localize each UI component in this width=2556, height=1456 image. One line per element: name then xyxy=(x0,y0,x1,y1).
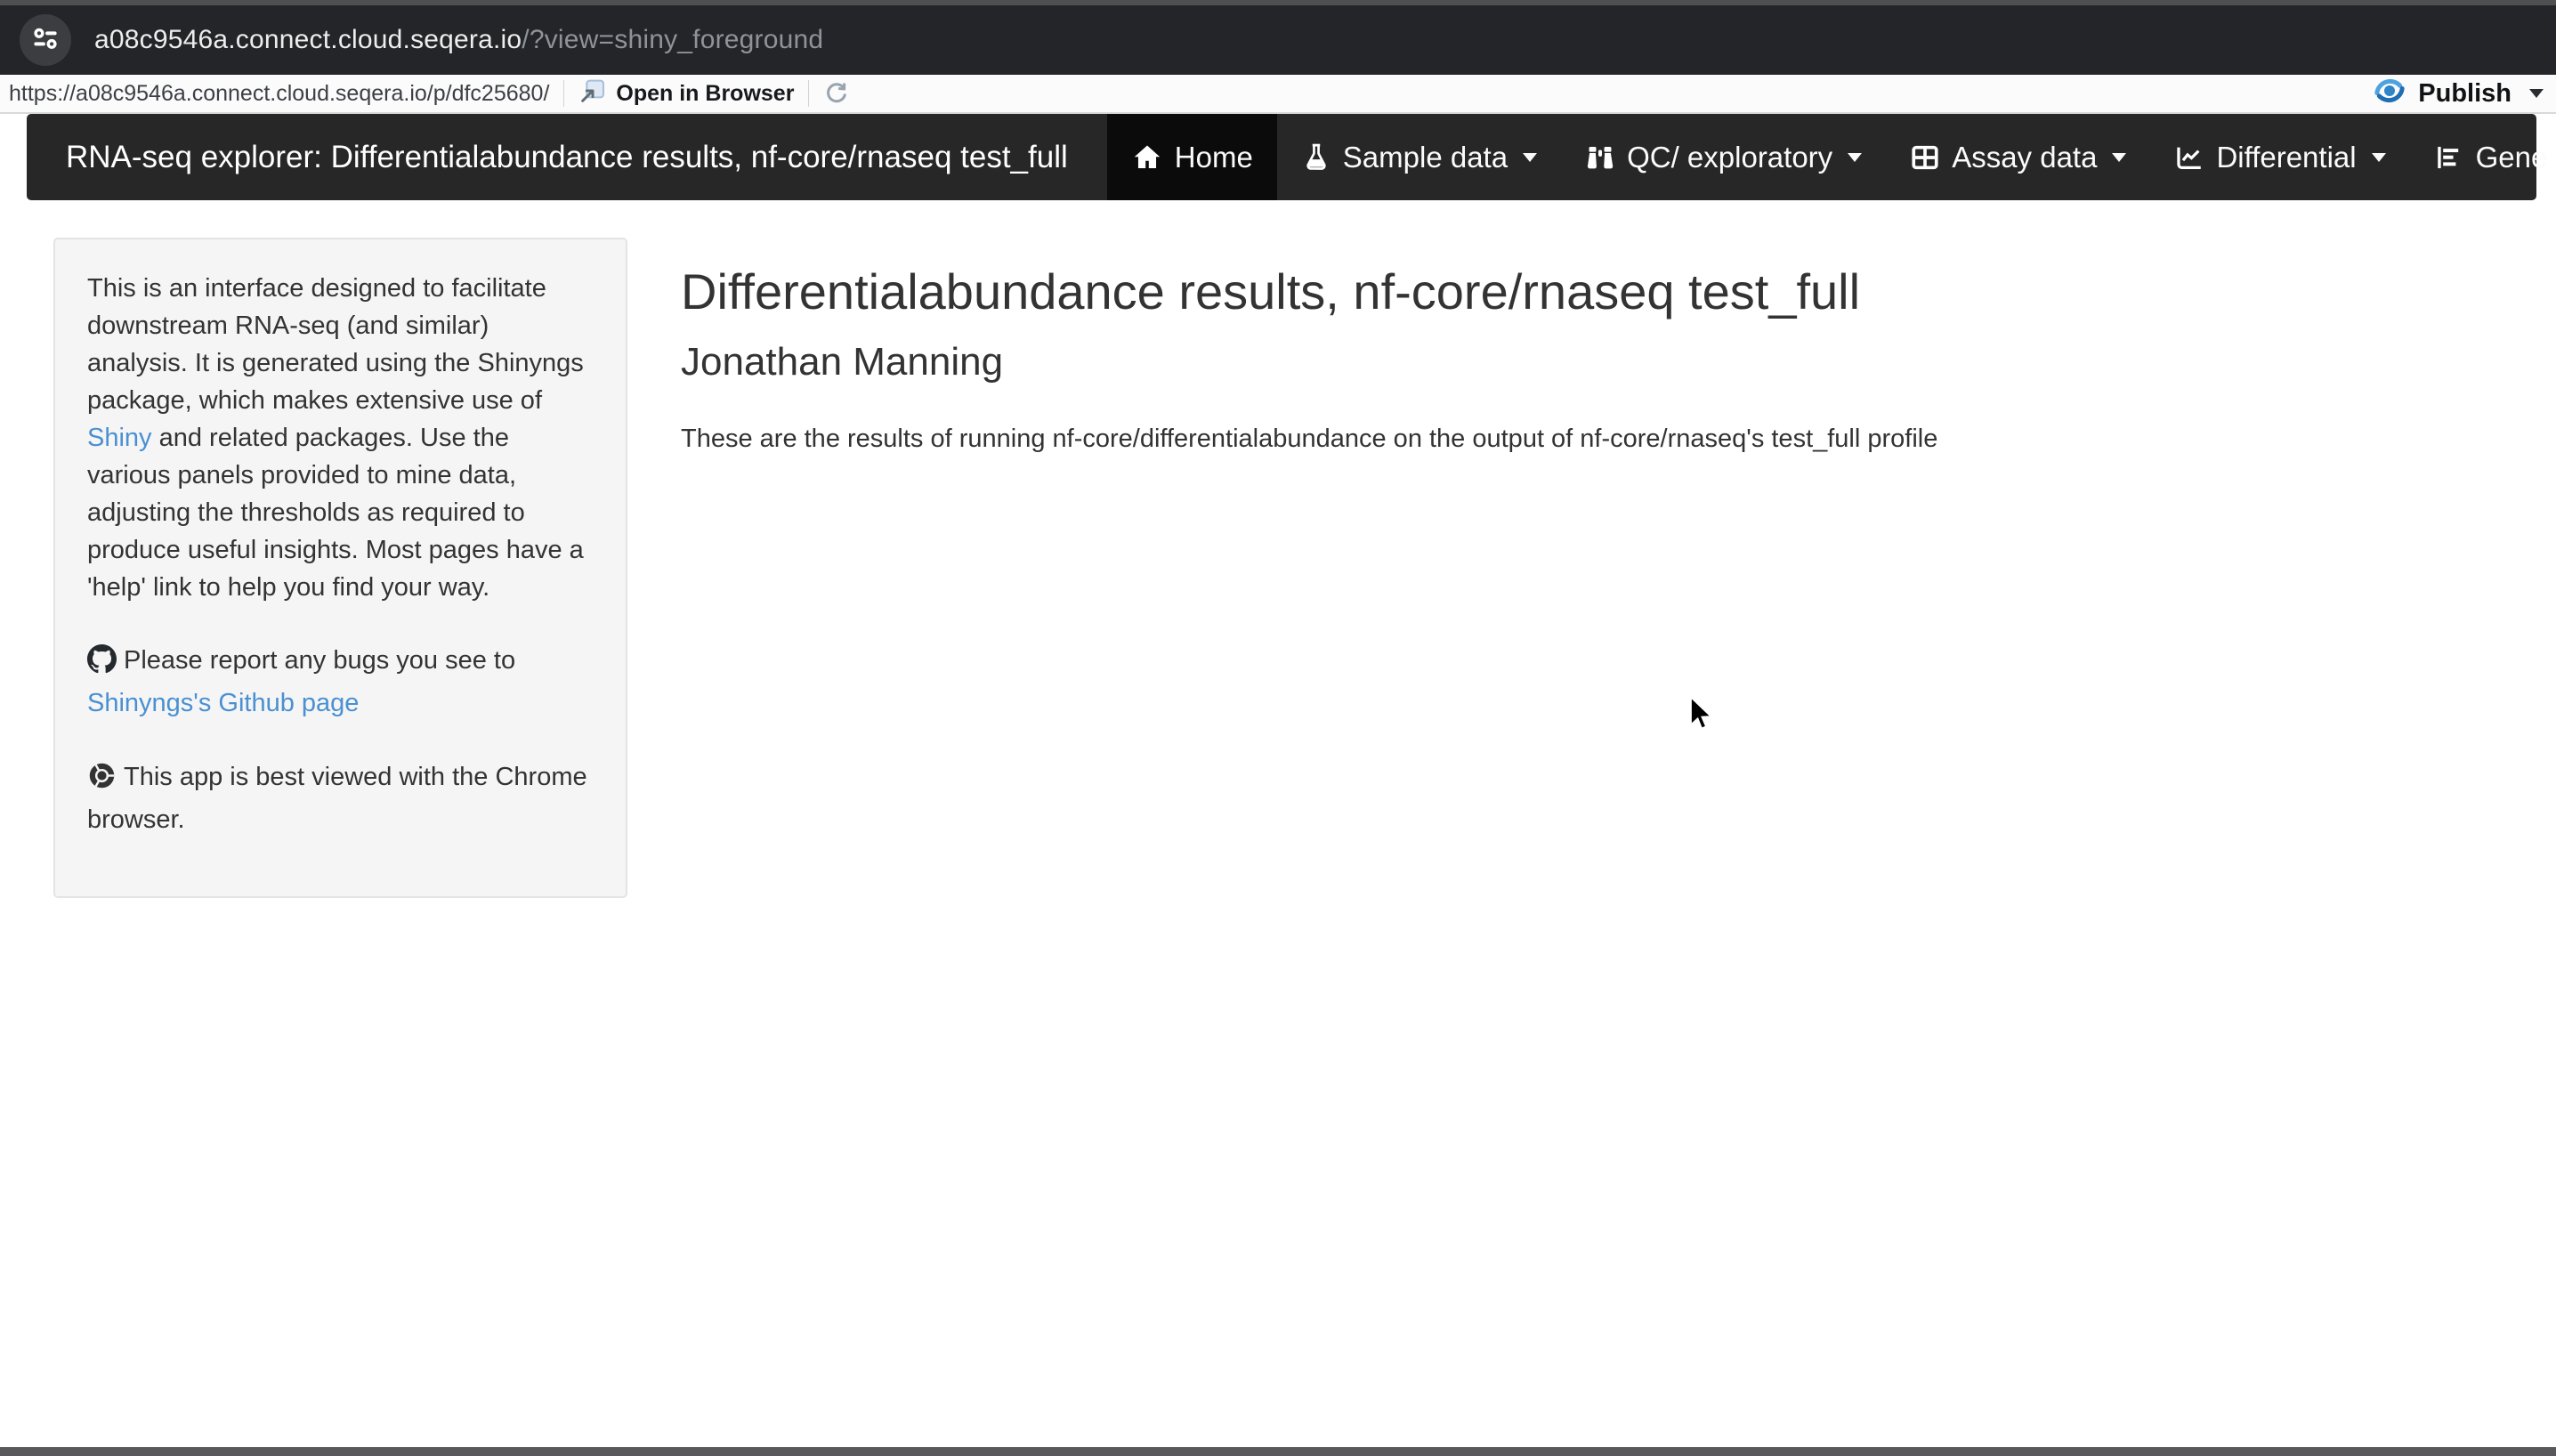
chart-bar-icon xyxy=(2434,142,2464,173)
navbar-menu: Home Sample data xyxy=(1107,114,2556,200)
nav-item-label: Home xyxy=(1175,141,1253,174)
open-in-browser-icon xyxy=(578,77,607,111)
intro-paragraph: This is an interface designed to facilit… xyxy=(87,270,594,606)
nav-item-label: Differential xyxy=(2216,141,2356,174)
address-host: a08c9546a.connect.cloud.seqera.io xyxy=(94,25,522,54)
bug-report-paragraph: Please report any bugs you see to Shinyn… xyxy=(87,642,594,722)
nav-item-differential[interactable]: Differential xyxy=(2150,114,2409,200)
chevron-down-icon xyxy=(2372,153,2386,162)
github-icon xyxy=(87,644,117,684)
address-bar[interactable]: a08c9546a.connect.cloud.seqera.io/?view=… xyxy=(94,25,823,55)
navbar-brand: RNA-seq explorer: Differentialabundance … xyxy=(27,114,1107,200)
content-url-text: https://a08c9546a.connect.cloud.seqera.i… xyxy=(9,81,549,107)
nav-item-label: Gene info xyxy=(2476,141,2556,174)
main-content: Differentialabundance results, nf-core/r… xyxy=(681,263,2372,454)
toolbar-divider xyxy=(563,80,564,107)
nav-item-qc-exploratory[interactable]: QC/ exploratory xyxy=(1561,114,1886,200)
page-title: Differentialabundance results, nf-core/r… xyxy=(681,263,2372,320)
chevron-down-icon xyxy=(2112,153,2126,162)
nav-item-label: QC/ exploratory xyxy=(1627,141,1832,174)
intro-text-continued: and related packages. Use the various pa… xyxy=(87,424,584,602)
chrome-paragraph: This app is best viewed with the Chrome … xyxy=(87,758,594,838)
site-settings-button[interactable] xyxy=(20,14,71,66)
toggles-icon xyxy=(30,23,61,58)
page-author: Jonathan Manning xyxy=(681,340,2372,385)
publish-label: Publish xyxy=(2418,79,2512,109)
nav-item-assay-data[interactable]: Assay data xyxy=(1886,114,2150,200)
refresh-button[interactable] xyxy=(823,80,850,107)
binoculars-icon xyxy=(1585,142,1615,173)
connect-toolbar: https://a08c9546a.connect.cloud.seqera.i… xyxy=(0,75,2556,114)
posit-connect-logo-icon xyxy=(2372,73,2407,115)
nav-item-home[interactable]: Home xyxy=(1107,114,1277,200)
nav-item-sample-data[interactable]: Sample data xyxy=(1277,114,1561,200)
flask-icon xyxy=(1301,142,1331,173)
nav-item-label: Sample data xyxy=(1343,141,1508,174)
address-query: /?view=shiny_foreground xyxy=(522,25,823,54)
nav-item-gene-info[interactable]: Gene info xyxy=(2410,114,2556,200)
page-description: These are the results of running nf-core… xyxy=(681,425,2372,454)
publish-caret-icon xyxy=(2529,89,2544,98)
app-navbar: RNA-seq explorer: Differentialabundance … xyxy=(27,114,2536,200)
table-icon xyxy=(1910,142,1940,173)
intro-text: This is an interface designed to facilit… xyxy=(87,274,584,415)
sidebar-info-panel: This is an interface designed to facilit… xyxy=(53,238,627,898)
toolbar-divider xyxy=(808,80,809,107)
chrome-icon xyxy=(87,761,117,801)
browser-url-bar: a08c9546a.connect.cloud.seqera.io/?view=… xyxy=(0,5,2556,75)
chrome-text: This app is best viewed with the Chrome … xyxy=(87,763,587,834)
open-in-browser-label: Open in Browser xyxy=(616,81,794,107)
bug-report-text: Please report any bugs you see to xyxy=(124,646,515,675)
publish-button[interactable]: Publish xyxy=(2372,73,2544,115)
open-in-browser-button[interactable]: Open in Browser xyxy=(578,77,794,111)
shiny-link[interactable]: Shiny xyxy=(87,424,152,452)
mouse-cursor xyxy=(1689,696,1714,738)
home-icon xyxy=(1131,142,1163,174)
window-bottom-bar xyxy=(0,1447,2556,1456)
chart-line-icon xyxy=(2174,142,2204,173)
refresh-icon xyxy=(823,80,850,107)
chevron-down-icon xyxy=(1523,153,1537,162)
nav-item-label: Assay data xyxy=(1952,141,2097,174)
chevron-down-icon xyxy=(1848,153,1862,162)
shinyngs-github-link[interactable]: Shinyngs's Github page xyxy=(87,689,359,717)
